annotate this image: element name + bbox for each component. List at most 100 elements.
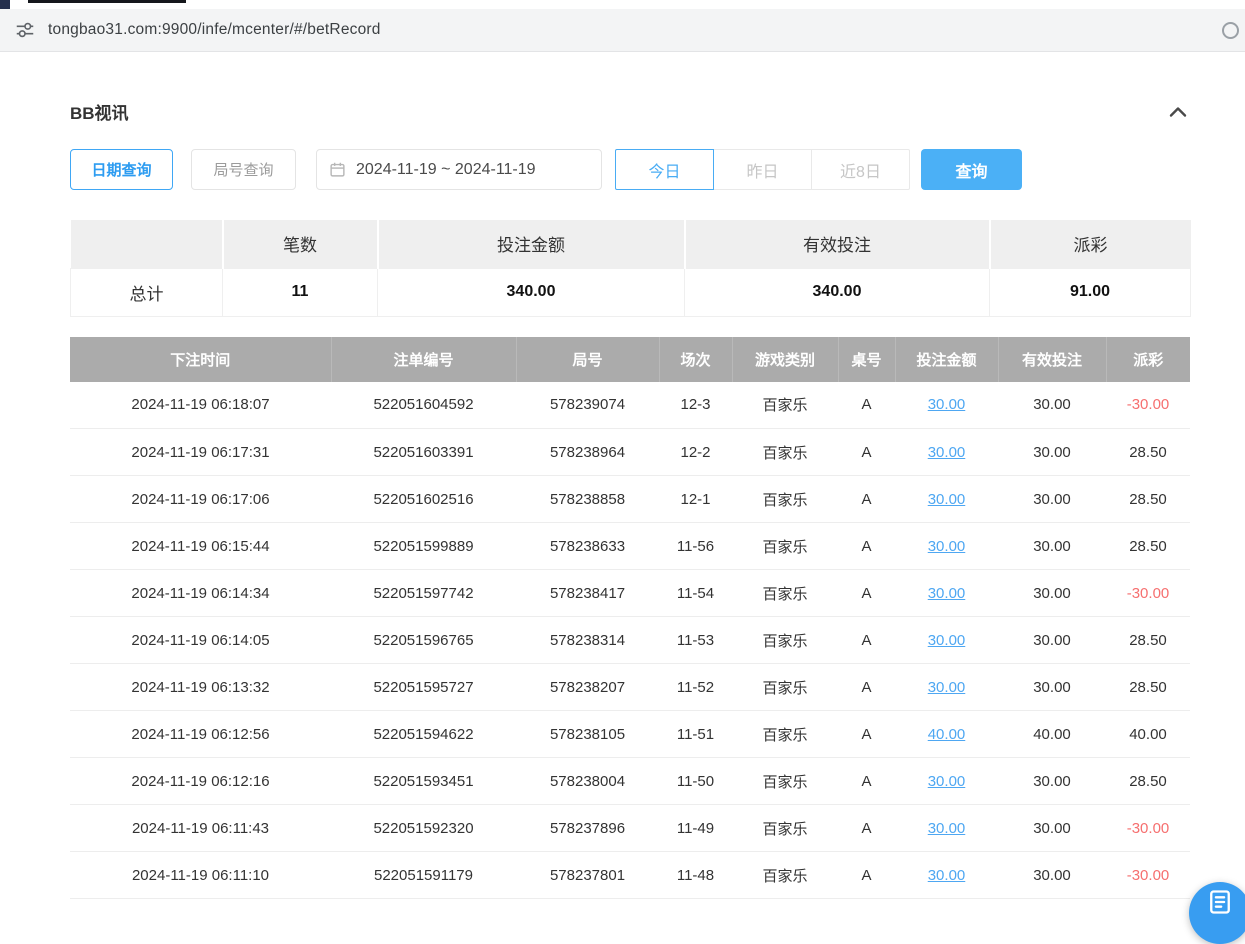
bet-time-cell: 2024-11-19 06:12:56 [70, 711, 331, 758]
bet-amount-link[interactable]: 40.00 [928, 726, 966, 743]
table-no-cell: A [838, 382, 895, 429]
bet-amount-link[interactable]: 30.00 [928, 585, 966, 602]
bet-amount-cell: 30.00 [895, 523, 998, 570]
table-no-cell: A [838, 711, 895, 758]
summary-header-row: 笔数 投注金额 有效投注 派彩 [71, 220, 1191, 268]
bet-amount-cell: 30.00 [895, 476, 998, 523]
game-type-cell: 百家乐 [732, 617, 838, 664]
table-row: 2024-11-19 06:12:56 522051594622 5782381… [70, 711, 1190, 758]
table-no-cell: A [838, 476, 895, 523]
game-type-cell: 百家乐 [732, 852, 838, 899]
quick-date-group: 今日 昨日 近8日 [615, 149, 910, 190]
url-text[interactable]: tongbao31.com:9900/infe/mcenter/#/betRec… [48, 21, 381, 39]
payout-cell: 28.50 [1106, 429, 1190, 476]
valid-bet-cell: 30.00 [998, 664, 1106, 711]
site-settings-icon[interactable] [14, 19, 36, 41]
chevron-up-icon[interactable] [1166, 100, 1190, 124]
bet-time-cell: 2024-11-19 06:14:05 [70, 617, 331, 664]
bet-time-cell: 2024-11-19 06:13:32 [70, 664, 331, 711]
round-id-cell: 578238004 [516, 758, 659, 805]
bet-table-body: 2024-11-19 06:18:07 522051604592 5782390… [70, 382, 1190, 899]
bet-amount-cell: 30.00 [895, 617, 998, 664]
session-cell: 11-52 [659, 664, 732, 711]
today-button[interactable]: 今日 [615, 149, 714, 190]
valid-bet-cell: 30.00 [998, 570, 1106, 617]
bet-amount-cell: 30.00 [895, 852, 998, 899]
last-8-days-button[interactable]: 近8日 [811, 149, 910, 190]
tab-strip [0, 0, 1245, 9]
summary-total-valid-bet: 340.00 [685, 268, 990, 316]
bet-id-cell: 522051592320 [331, 805, 516, 852]
payout-cell: -30.00 [1106, 805, 1190, 852]
summary-header-bet-amount: 投注金额 [378, 220, 685, 268]
bet-time-cell: 2024-11-19 06:17:31 [70, 429, 331, 476]
summary-header-blank [71, 220, 223, 268]
col-payout: 派彩 [1106, 337, 1190, 382]
bet-amount-link[interactable]: 30.00 [928, 773, 966, 790]
game-type-cell: 百家乐 [732, 664, 838, 711]
calendar-icon [329, 161, 346, 178]
valid-bet-cell: 30.00 [998, 476, 1106, 523]
summary-total-label: 总计 [71, 268, 223, 316]
table-no-cell: A [838, 429, 895, 476]
col-bet-id: 注单编号 [331, 337, 516, 382]
session-cell: 11-51 [659, 711, 732, 758]
bet-amount-cell: 30.00 [895, 570, 998, 617]
bet-amount-link[interactable]: 30.00 [928, 396, 966, 413]
round-id-cell: 578238314 [516, 617, 659, 664]
session-cell: 12-2 [659, 429, 732, 476]
session-cell: 11-50 [659, 758, 732, 805]
bet-records-table: 下注时间 注单编号 局号 场次 游戏类别 桌号 投注金额 有效投注 派彩 202… [70, 337, 1190, 900]
table-row: 2024-11-19 06:17:31 522051603391 5782389… [70, 429, 1190, 476]
round-id-cell: 578238964 [516, 429, 659, 476]
active-tab-edge [28, 0, 186, 3]
payout-cell: -30.00 [1106, 852, 1190, 899]
table-no-cell: A [838, 523, 895, 570]
game-type-cell: 百家乐 [732, 476, 838, 523]
bet-amount-link[interactable]: 30.00 [928, 867, 966, 884]
date-range-picker[interactable]: 2024-11-19 ~ 2024-11-19 [316, 149, 602, 190]
bet-amount-link[interactable]: 30.00 [928, 679, 966, 696]
bet-amount-link[interactable]: 30.00 [928, 820, 966, 837]
bet-time-cell: 2024-11-19 06:11:43 [70, 805, 331, 852]
col-game-type: 游戏类别 [732, 337, 838, 382]
table-no-cell: A [838, 617, 895, 664]
customer-service-icon [1206, 888, 1234, 916]
session-cell: 12-3 [659, 382, 732, 429]
bet-id-cell: 522051604592 [331, 382, 516, 429]
yesterday-button[interactable]: 昨日 [713, 149, 812, 190]
bet-id-cell: 522051597742 [331, 570, 516, 617]
address-bar[interactable]: tongbao31.com:9900/infe/mcenter/#/betRec… [0, 9, 1245, 52]
valid-bet-cell: 30.00 [998, 382, 1106, 429]
valid-bet-cell: 40.00 [998, 711, 1106, 758]
payout-cell: 28.50 [1106, 664, 1190, 711]
session-cell: 11-53 [659, 617, 732, 664]
filter-toolbar: 日期查询 局号查询 2024-11-19 ~ 2024-11-19 今日 昨日 … [70, 149, 1190, 190]
date-query-tab[interactable]: 日期查询 [70, 149, 173, 190]
panel-header: BB视讯 [70, 99, 1190, 124]
col-round-id: 局号 [516, 337, 659, 382]
bet-amount-cell: 30.00 [895, 382, 998, 429]
customer-service-button[interactable] [1189, 882, 1245, 944]
browser-extension-icon[interactable] [1222, 22, 1239, 39]
bet-amount-link[interactable]: 30.00 [928, 491, 966, 508]
game-type-cell: 百家乐 [732, 523, 838, 570]
bet-amount-link[interactable]: 30.00 [928, 632, 966, 649]
bet-id-cell: 522051595727 [331, 664, 516, 711]
round-id-cell: 578238633 [516, 523, 659, 570]
valid-bet-cell: 30.00 [998, 617, 1106, 664]
round-query-tab[interactable]: 局号查询 [191, 149, 296, 190]
session-cell: 11-56 [659, 523, 732, 570]
table-row: 2024-11-19 06:17:06 522051602516 5782388… [70, 476, 1190, 523]
table-row: 2024-11-19 06:14:05 522051596765 5782383… [70, 617, 1190, 664]
game-type-cell: 百家乐 [732, 570, 838, 617]
bet-time-cell: 2024-11-19 06:18:07 [70, 382, 331, 429]
search-button[interactable]: 查询 [921, 149, 1022, 190]
bet-id-cell: 522051591179 [331, 852, 516, 899]
bet-amount-link[interactable]: 30.00 [928, 444, 966, 461]
bet-amount-link[interactable]: 30.00 [928, 538, 966, 555]
bet-amount-cell: 40.00 [895, 711, 998, 758]
game-type-cell: 百家乐 [732, 382, 838, 429]
round-id-cell: 578237896 [516, 805, 659, 852]
payout-cell: 40.00 [1106, 711, 1190, 758]
